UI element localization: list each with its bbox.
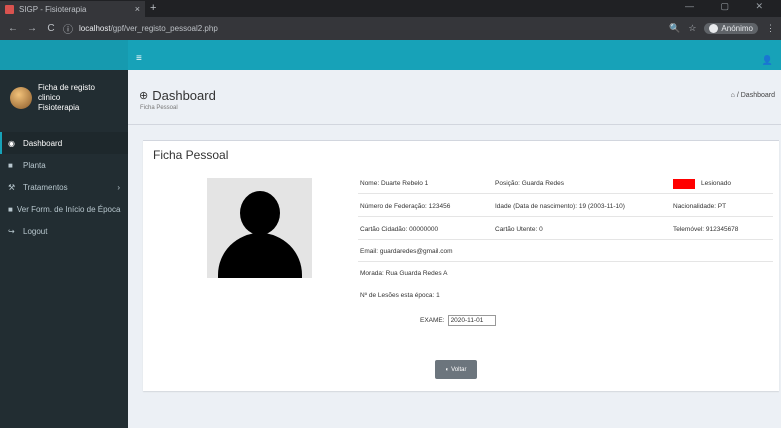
bookmark-star-icon[interactable]: ☆	[688, 23, 696, 34]
sidebar-item-planta[interactable]: ■ Planta	[0, 154, 128, 176]
profile-label: Anónimo	[721, 24, 753, 33]
logout-icon: ↪	[8, 226, 15, 236]
voltar-label: Voltar	[451, 366, 467, 373]
tab-close-icon[interactable]: ×	[135, 4, 140, 14]
user-icon[interactable]: 👤	[762, 55, 773, 66]
info-cartao-utente: Cartão Utente: 0	[495, 226, 543, 233]
planta-icon: ■	[8, 160, 13, 170]
info-nacionalidade: Nacionalidade: PT	[673, 203, 727, 210]
reload-icon[interactable]: C	[44, 23, 58, 34]
info-cartao-cidadao: Cartão Cidadão: 00000000	[360, 226, 439, 233]
sidebar-item-dashboard[interactable]: ◉ Dashboard	[0, 132, 128, 154]
sidebar-item-logout[interactable]: ↪ Logout	[0, 220, 128, 242]
sidebar-item-label: Logout	[23, 226, 48, 236]
dashboard-icon: ◉	[8, 138, 15, 148]
exame-date-field[interactable]	[447, 315, 496, 326]
sidebar-item-label: Ver Form. de Início de Época	[16, 204, 121, 214]
status-color-badge	[673, 179, 695, 189]
info-posicao: Posição: Guarda Redes	[495, 180, 565, 187]
back-icon[interactable]: ←	[6, 23, 20, 34]
sidebar-item-ver-form[interactable]: ■ Ver Form. de Início de Época	[0, 198, 128, 220]
voltar-button[interactable]: ◐ Voltar	[435, 360, 477, 379]
content-header: ⊕ Dashboard Ficha Pessoal ⌂ / Dashboard	[128, 70, 781, 125]
page-title: ⊕ Dashboard	[139, 88, 216, 103]
divider	[358, 261, 773, 262]
sidebar-item-label: Planta	[23, 160, 46, 170]
chevron-right-icon: ›	[117, 182, 120, 192]
address-bar: ← → C ⓘ localhost/gpf/ver_registo_pessoa…	[0, 17, 781, 40]
new-tab-button[interactable]: +	[150, 2, 156, 14]
url-field[interactable]: localhost/gpf/ver_registo_pessoal2.php	[79, 24, 669, 33]
info-federacao: Número de Federação: 123456	[360, 203, 451, 210]
sidebar-user-panel: Ficha de registo clinico Fisioterapia	[0, 70, 128, 125]
logo-area	[0, 40, 128, 70]
breadcrumb-label[interactable]: / Dashboard	[737, 92, 775, 99]
info-telemovel: Telemóvel: 912345678	[673, 226, 739, 233]
browser-tab[interactable]: SIGP - Fisioterapia ×	[0, 1, 145, 17]
home-icon[interactable]: ⌂	[731, 92, 735, 99]
top-navbar: ≡ 👤	[128, 40, 781, 70]
breadcrumb[interactable]: ⌂ / Dashboard	[731, 92, 775, 99]
url-path: /gpf/ver_registo_pessoal2.php	[110, 24, 218, 33]
dashboard-icon: ⊕	[139, 90, 149, 102]
divider	[358, 239, 773, 240]
info-email: Email: guardaredes@gmail.com	[360, 248, 453, 255]
exame-label: EXAME:	[420, 317, 445, 324]
forward-icon[interactable]: →	[25, 23, 39, 34]
divider	[358, 216, 773, 217]
divider	[358, 193, 773, 194]
site-info-icon[interactable]: ⓘ	[63, 21, 73, 36]
url-host: localhost	[79, 24, 111, 33]
sidebar-item-label: Dashboard	[23, 138, 63, 148]
profile-button[interactable]: Anónimo	[704, 23, 758, 34]
ficha-pessoal-box: Ficha Pessoal Nome: Duarte Rebelo 1 Posi…	[143, 140, 779, 391]
info-idade: Idade (Data de nascimento): 19 (2003-11-…	[495, 203, 625, 210]
sidebar-item-tratamentos[interactable]: ⚒ Tratamentos ›	[0, 176, 128, 198]
info-morada: Morada: Rua Guarda Redes A	[360, 270, 448, 277]
avatar	[10, 86, 32, 109]
profile-placeholder-image	[207, 178, 312, 278]
back-circle-icon: ◐	[445, 366, 450, 373]
status-badge: Lesionado	[701, 180, 731, 187]
zoom-icon[interactable]: 🔍	[669, 23, 680, 34]
incognito-icon	[709, 24, 719, 33]
folder-icon: ■	[8, 204, 13, 214]
sidebar: Ficha de registo clinico Fisioterapia ◉ …	[0, 70, 128, 428]
person-body-shape	[218, 233, 302, 278]
sidebar-user-name-line1: Ficha de registo clinico	[38, 82, 95, 102]
info-nome: Nome: Duarte Rebelo 1	[360, 180, 429, 187]
tools-icon: ⚒	[8, 182, 16, 192]
sidebar-user-name-line2: Fisioterapia	[38, 102, 80, 112]
info-lesoes: Nº de Lesões esta época: 1	[360, 292, 440, 299]
divider	[128, 124, 781, 125]
sidebar-user-name: Ficha de registo clinico Fisioterapia	[38, 83, 118, 113]
box-title: Ficha Pessoal	[153, 148, 229, 162]
tab-title: SIGP - Fisioterapia	[19, 4, 87, 14]
sidebar-item-label: Tratamentos	[23, 182, 68, 192]
window-controls[interactable]: — ▢ ✕	[685, 1, 775, 12]
favicon-icon	[5, 4, 14, 14]
person-head-shape	[240, 191, 280, 235]
page-title-text: Dashboard	[152, 88, 216, 103]
page-subtitle: Ficha Pessoal	[140, 105, 178, 111]
browser-tab-bar: SIGP - Fisioterapia × + — ▢ ✕	[0, 0, 781, 17]
hamburger-icon[interactable]: ≡	[136, 54, 142, 64]
browser-menu-icon[interactable]: ⋮	[766, 23, 775, 34]
exame-row: EXAME:	[420, 315, 496, 326]
